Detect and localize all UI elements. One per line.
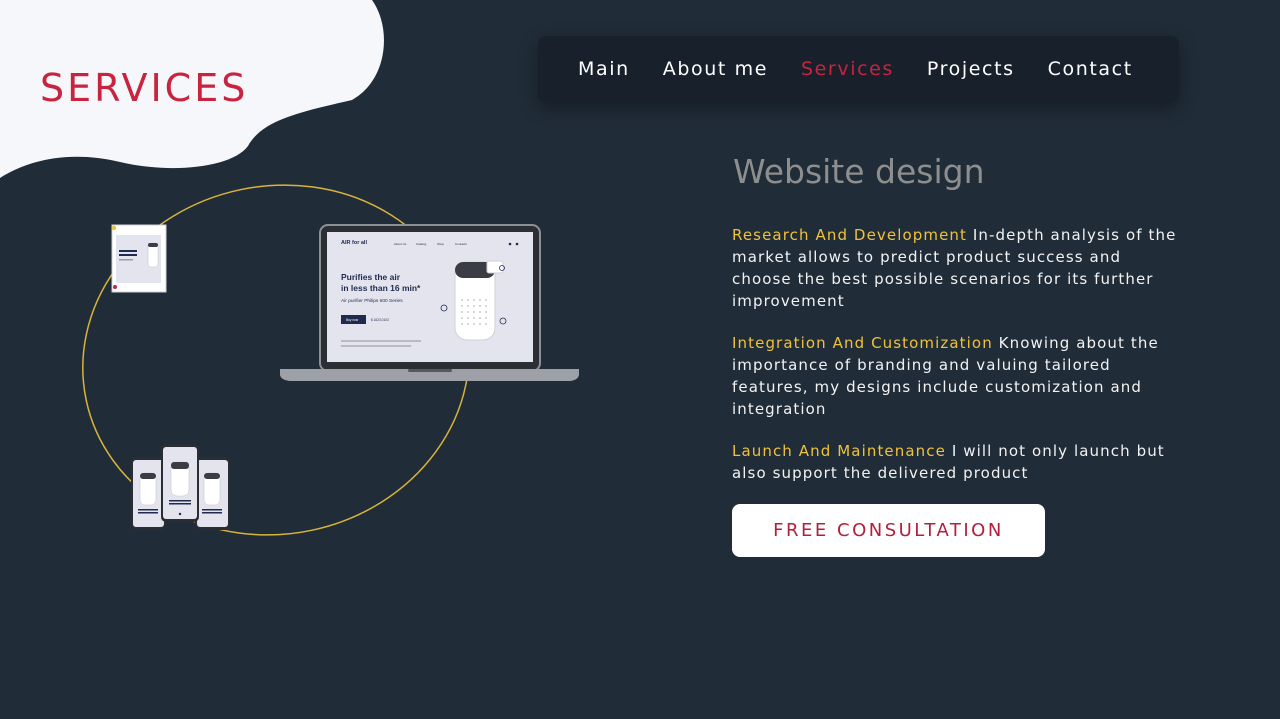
- mockup-headline-2: in less than 16 min*: [341, 283, 421, 293]
- service-heading: Research And Development: [732, 226, 968, 244]
- mockup-nav-1: About Us: [394, 242, 407, 246]
- free-consultation-button[interactable]: FREE CONSULTATION: [732, 504, 1045, 557]
- service-item: Integration And Customization Knowing ab…: [732, 332, 1182, 420]
- phone-left: [131, 457, 166, 530]
- mockup-headline-1: Purifies the air: [341, 272, 401, 282]
- nav-item-projects[interactable]: Projects: [927, 58, 1015, 80]
- services-list: Research And Development In-depth analys…: [732, 224, 1182, 504]
- service-item: Launch And Maintenance I will not only l…: [732, 440, 1182, 484]
- mockup-nav-3: Shop: [437, 242, 444, 246]
- service-heading: Integration And Customization: [732, 334, 993, 352]
- nav-item-contact[interactable]: Contact: [1048, 58, 1133, 80]
- laptop-mockup: AIR for all About Us Catalog Shop Contac…: [280, 224, 579, 381]
- mockup-subheadline: Air purifier Philips 600 Series: [341, 298, 403, 304]
- service-heading: Launch And Maintenance: [732, 442, 946, 460]
- service-item: Research And Development In-depth analys…: [732, 224, 1182, 312]
- phone-right: [195, 457, 230, 530]
- phone-mockups: [131, 444, 230, 530]
- mockup-buy-button: Buy now: [346, 318, 359, 322]
- mockup-price: $ 1623,0103: [371, 318, 389, 322]
- nav-item-services[interactable]: Services: [801, 58, 894, 80]
- mockup-nav-4: Contacts: [455, 242, 467, 246]
- device-showcase: AIR for all About Us Catalog Shop Contac…: [0, 0, 700, 719]
- showcase-illustration: AIR for all About Us Catalog Shop Contac…: [82, 184, 579, 536]
- mockup-brand: AIR for all: [341, 240, 367, 246]
- social-post-mockup: [111, 224, 167, 293]
- mockup-nav-2: Catalog: [416, 242, 427, 246]
- section-title: Website design: [733, 152, 985, 191]
- phone-center: [161, 444, 199, 522]
